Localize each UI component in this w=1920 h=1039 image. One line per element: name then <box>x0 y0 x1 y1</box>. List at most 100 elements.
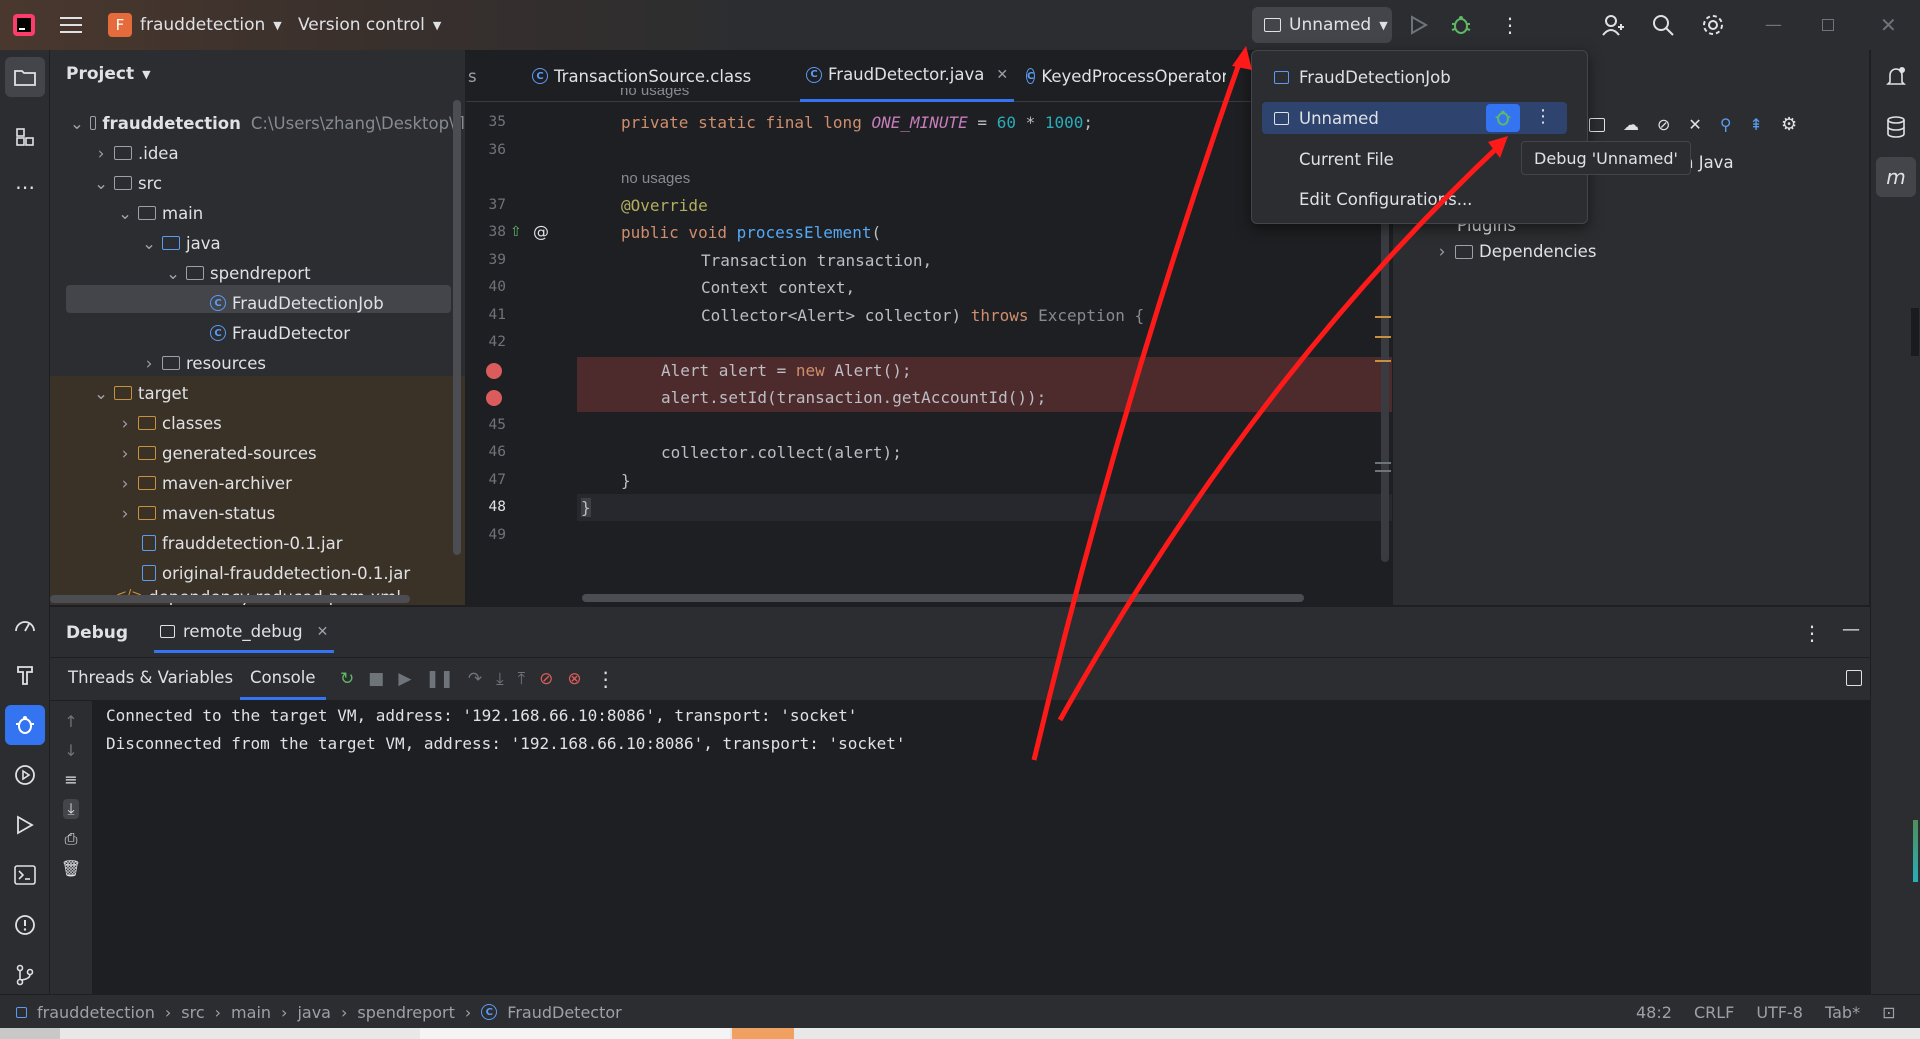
popup-item-edit-configurations[interactable]: Edit Configurations... <box>1262 183 1577 215</box>
skip-tests-icon[interactable]: ⊘ <box>1657 115 1670 134</box>
tree-item-maven-status[interactable]: › maven-status <box>50 498 465 528</box>
step-out-icon[interactable]: ⤒ <box>518 669 526 689</box>
project-h-scrollbar[interactable] <box>50 595 410 603</box>
vcs-menu[interactable]: Version control ▼ <box>298 0 441 50</box>
step-into-icon[interactable]: ⤓ <box>496 669 504 689</box>
tree-item-classes[interactable]: › classes <box>50 408 465 438</box>
pause-icon[interactable]: ❚❚ <box>425 669 454 689</box>
project-tool-icon[interactable] <box>5 57 45 97</box>
view-breakpoints-icon[interactable]: ⊘ <box>539 669 553 689</box>
more-tools-icon[interactable]: ⋯ <box>5 167 45 207</box>
down-arrow-icon[interactable]: ↓ <box>64 741 77 760</box>
add-user-icon[interactable] <box>1602 0 1624 50</box>
breadcrumb-item[interactable]: src <box>181 1003 204 1022</box>
collapse-all-icon[interactable]: ⇞ <box>1750 115 1763 134</box>
lock-icon[interactable]: ⊡ <box>1882 1003 1895 1022</box>
tree-item-target[interactable]: ⌄ target <box>50 378 465 408</box>
implements-gutter-icon[interactable]: ⇧ <box>510 224 522 240</box>
tree-item-src[interactable]: ⌄ src <box>50 168 465 198</box>
annotation-gutter-icon[interactable]: @ <box>533 222 549 241</box>
tab-console[interactable]: Console <box>240 658 326 700</box>
tree-item-fraud-detector[interactable]: C FraudDetector <box>50 318 465 348</box>
project-selector[interactable]: F frauddetection ▼ <box>108 0 282 50</box>
run-button[interactable] <box>1410 0 1428 50</box>
step-over-icon[interactable]: ↷ <box>468 669 482 689</box>
profiler-icon[interactable] <box>5 605 45 645</box>
settings-gear-icon[interactable] <box>1702 0 1724 50</box>
tree-item-java[interactable]: ⌄ java <box>50 228 465 258</box>
notifications-bell-icon[interactable] <box>1876 57 1916 97</box>
maven-panel-icon[interactable] <box>1589 117 1605 132</box>
debug-tool-icon[interactable] <box>5 705 45 745</box>
breadcrumb-item[interactable]: java <box>297 1003 331 1022</box>
main-menu-icon[interactable] <box>60 0 82 50</box>
tree-item-maven-archiver[interactable]: › maven-archiver <box>50 468 465 498</box>
console-output[interactable]: Connected to the target VM, address: '19… <box>92 700 1870 994</box>
indent-setting[interactable]: Tab* <box>1825 1003 1860 1022</box>
scroll-to-end-icon[interactable]: ⤓ <box>63 799 79 819</box>
editor-h-scrollbar[interactable] <box>582 594 1304 602</box>
tree-item-resources[interactable]: › resources <box>50 348 465 378</box>
breakpoint-icon[interactable] <box>486 390 502 406</box>
structure-icon[interactable] <box>5 117 45 157</box>
popup-item-fraud-detection-job[interactable]: FraudDetectionJob <box>1262 61 1577 93</box>
close-window-icon[interactable]: ✕ <box>1880 0 1897 50</box>
tree-item-plugins[interactable]: Plugins <box>1457 224 1516 236</box>
run-config-selector[interactable]: Unnamed ▼ <box>1252 7 1392 43</box>
tab-threads-variables[interactable]: Threads & Variables <box>68 668 233 687</box>
soft-wrap-icon[interactable]: ≡ <box>64 770 77 789</box>
tab-keyed-process-operator[interactable]: C KeyedProcessOperator.cla <box>1026 50 1226 102</box>
debug-button[interactable] <box>1450 0 1472 50</box>
tab-remote-debug[interactable]: remote_debug ✕ <box>154 613 335 653</box>
database-icon[interactable] <box>1876 107 1916 147</box>
dependency-analyzer-icon[interactable]: ⚲ <box>1720 115 1732 134</box>
print-icon[interactable]: ⎙ <box>65 829 78 849</box>
more-debug-actions-icon[interactable]: ⋮ <box>596 667 616 691</box>
more-actions-icon[interactable]: ⋮ <box>1500 0 1520 50</box>
collapse-icon[interactable]: ✕ <box>1688 115 1701 134</box>
project-scrollbar[interactable] <box>453 100 461 555</box>
up-arrow-icon[interactable]: ↑ <box>64 712 77 731</box>
breadcrumb-item[interactable]: frauddetection <box>37 1003 155 1022</box>
ide-logo[interactable] <box>12 0 36 50</box>
terminal-icon[interactable] <box>5 855 45 895</box>
restore-icon[interactable] <box>1822 0 1834 50</box>
breadcrumb-item[interactable]: main <box>231 1003 271 1022</box>
caret-position[interactable]: 48:2 <box>1636 1003 1672 1022</box>
more-options-icon[interactable]: ⋮ <box>1802 621 1822 645</box>
search-icon[interactable] <box>1652 0 1674 50</box>
tree-root[interactable]: ⌄ frauddetection C:\Users\zhang\Desktop\… <box>50 108 465 138</box>
tree-item-main[interactable]: ⌄ main <box>50 198 465 228</box>
close-tab-icon[interactable]: ✕ <box>996 67 1008 83</box>
toggle-offline-icon[interactable]: ☁ <box>1623 115 1639 134</box>
close-tab-icon[interactable]: ✕ <box>317 624 329 640</box>
tree-item-dependencies[interactable]: › Dependencies <box>1435 242 1597 261</box>
run-tool-icon[interactable] <box>5 805 45 845</box>
popup-item-unnamed[interactable]: Unnamed ⋮ <box>1262 102 1567 134</box>
mute-breakpoints-icon[interactable]: ⊗ <box>567 669 581 689</box>
breadcrumb-item[interactable]: FraudDetector <box>507 1003 621 1022</box>
tree-item-spendreport[interactable]: ⌄ spendreport <box>50 258 465 288</box>
debug-unnamed-button[interactable] <box>1486 104 1520 132</box>
tree-item-idea[interactable]: › .idea <box>50 138 465 168</box>
hide-panel-icon[interactable]: — <box>1842 619 1860 640</box>
stop-icon[interactable]: ■ <box>368 669 384 689</box>
file-encoding[interactable]: UTF-8 <box>1756 1003 1803 1022</box>
maven-icon[interactable]: m <box>1876 157 1916 197</box>
breakpoint-icon[interactable] <box>486 363 502 379</box>
problems-icon[interactable] <box>5 905 45 945</box>
tree-item-fraud-detection-job[interactable]: C FraudDetectionJob <box>50 288 465 318</box>
services-icon[interactable] <box>5 755 45 795</box>
tree-item-generated-sources[interactable]: › generated-sources <box>50 438 465 468</box>
project-panel-header[interactable]: Project ▼ <box>66 64 151 84</box>
git-icon[interactable] <box>5 955 45 995</box>
tab-fraud-detector[interactable]: C FraudDetector.java ✕ <box>800 50 1015 102</box>
tree-item-original-jar[interactable]: original-frauddetection-0.1.jar <box>50 558 465 588</box>
breadcrumb-item[interactable]: spendreport <box>357 1003 455 1022</box>
tree-item-jar[interactable]: frauddetection-0.1.jar <box>50 528 465 558</box>
layout-icon[interactable] <box>1846 670 1862 686</box>
maven-settings-icon[interactable]: ⚙ <box>1781 114 1797 135</box>
line-separator[interactable]: CRLF <box>1694 1003 1734 1022</box>
build-icon[interactable] <box>5 655 45 695</box>
resume-icon[interactable]: ▶ <box>398 669 411 689</box>
